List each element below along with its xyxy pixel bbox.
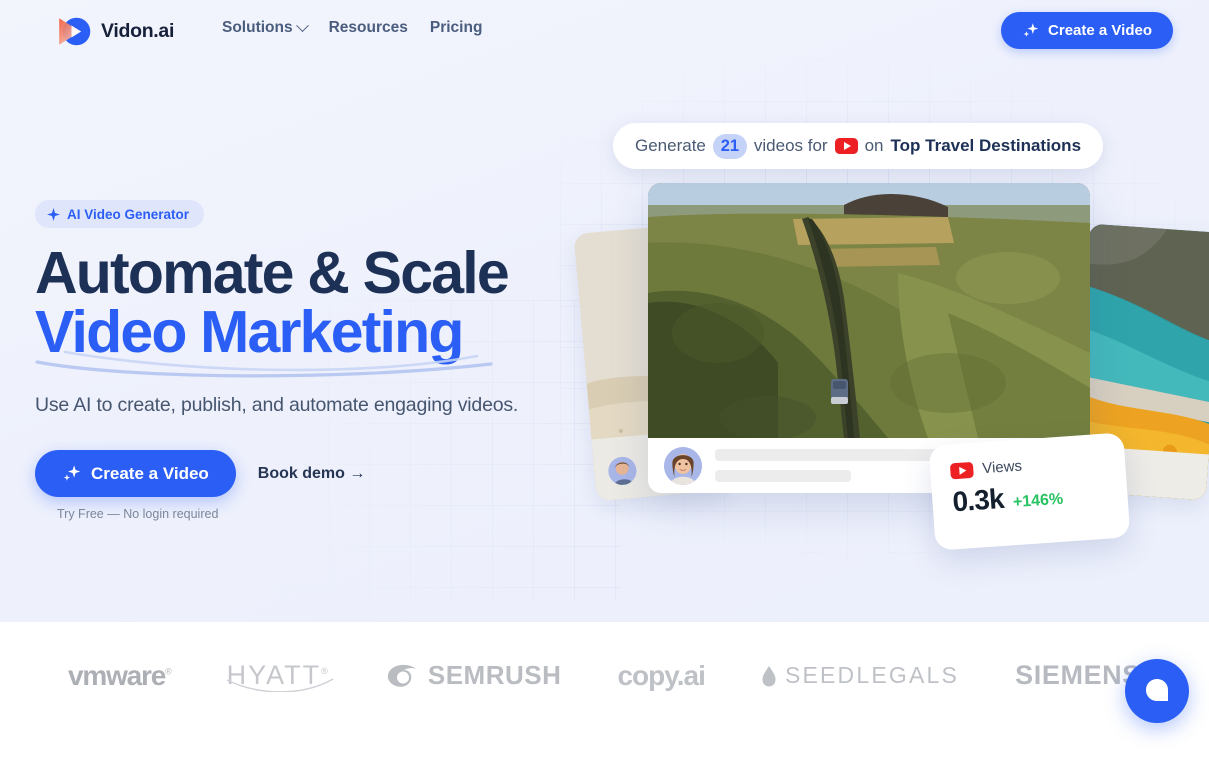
prompt-pill-connector: on bbox=[864, 136, 884, 155]
logo-copyai-label: copy.ai bbox=[617, 659, 705, 691]
prompt-pill-count: 21 bbox=[712, 133, 747, 159]
logo-seedlegals-label: SEEDLEGALS bbox=[784, 662, 960, 688]
logo-semrush-label: SEMRUSH bbox=[427, 660, 562, 690]
views-stat-value: 0.3k bbox=[951, 482, 1005, 518]
hero-copy: AI Video Generator Automate & Scale Vide… bbox=[35, 200, 595, 521]
navbar-create-video-button[interactable]: Create a Video bbox=[1001, 12, 1173, 49]
semrush-mark-icon bbox=[387, 664, 416, 687]
views-stat-header: Views bbox=[949, 452, 1106, 480]
chat-bubble-icon bbox=[1144, 677, 1170, 706]
nav-item-solutions-label: Solutions bbox=[222, 19, 293, 36]
nav-item-resources[interactable]: Resources bbox=[329, 19, 408, 37]
hero-visual: Generate 21 videos for on Top Travel Des… bbox=[573, 100, 1209, 570]
skeleton-line-2 bbox=[715, 470, 851, 482]
navbar: Vidon.ai Solutions Resources Pricing Cre… bbox=[0, 0, 1209, 62]
brand-logo[interactable]: Vidon.ai bbox=[56, 16, 174, 47]
page-title: Automate & Scale Video Marketing bbox=[35, 244, 595, 362]
main-video-thumbnail bbox=[648, 183, 1090, 438]
views-stat-body: 0.3k +146% bbox=[951, 476, 1108, 519]
sparkle-icon bbox=[62, 464, 81, 483]
logo-vmware-label: vmware bbox=[68, 659, 166, 691]
hero-create-video-label: Create a Video bbox=[91, 463, 209, 483]
customer-logo-bar: vmware® HYATT® SEMRUSH copy.ai SEEDLEGAL… bbox=[0, 622, 1209, 771]
hero-create-video-button[interactable]: Create a Video bbox=[35, 450, 236, 497]
views-stat-card: Views 0.3k +146% bbox=[928, 432, 1131, 551]
nav-item-pricing[interactable]: Pricing bbox=[430, 19, 483, 37]
headline-line-1: Automate & Scale bbox=[35, 240, 510, 306]
logo-copyai: copy.ai bbox=[617, 659, 705, 692]
seedlegals-drop-icon bbox=[762, 665, 776, 686]
landing-page: Vidon.ai Solutions Resources Pricing Cre… bbox=[0, 0, 1209, 771]
prompt-pill: Generate 21 videos for on Top Travel Des… bbox=[613, 123, 1104, 169]
views-stat-label: Views bbox=[981, 457, 1023, 478]
logo-vmware: vmware® bbox=[68, 659, 172, 691]
avatar bbox=[664, 446, 702, 485]
chevron-down-icon bbox=[295, 18, 309, 32]
hero-subtitle: Use AI to create, publish, and automate … bbox=[35, 394, 519, 416]
logo-hyatt: HYATT® bbox=[226, 660, 333, 692]
nav-links: Solutions Resources Pricing bbox=[222, 18, 483, 37]
logo-seedlegals: SEEDLEGALS bbox=[761, 662, 959, 689]
brand-name: Vidon.ai bbox=[101, 20, 175, 42]
ai-video-generator-badge[interactable]: AI Video Generator bbox=[35, 200, 205, 228]
trial-note: Try Free — No login required bbox=[57, 507, 219, 521]
hero-cta-row: Create a Video Book demo → bbox=[35, 450, 595, 497]
views-stat-delta: +146% bbox=[1012, 490, 1064, 512]
prompt-pill-middle: videos for bbox=[753, 136, 828, 155]
youtube-icon bbox=[949, 461, 974, 479]
vidon-play-logo-icon bbox=[56, 16, 91, 47]
headline-underline-decoration bbox=[35, 350, 595, 378]
logo-semrush: SEMRUSH bbox=[386, 660, 562, 691]
prompt-pill-prefix: Generate bbox=[635, 136, 706, 155]
nav-item-solutions[interactable]: Solutions bbox=[222, 18, 309, 37]
prompt-pill-topic: Top Travel Destinations bbox=[890, 136, 1082, 155]
logo-siemens: SIEMENS bbox=[1015, 660, 1141, 691]
ai-video-generator-badge-label: AI Video Generator bbox=[67, 206, 190, 222]
book-demo-link[interactable]: Book demo → bbox=[258, 465, 366, 483]
chat-widget-button[interactable] bbox=[1125, 659, 1189, 723]
youtube-icon bbox=[834, 138, 858, 154]
logo-siemens-label: SIEMENS bbox=[1015, 660, 1141, 690]
sparkle-icon bbox=[1022, 22, 1039, 39]
navbar-create-video-label: Create a Video bbox=[1048, 22, 1152, 39]
sparkle-icon bbox=[47, 207, 60, 221]
